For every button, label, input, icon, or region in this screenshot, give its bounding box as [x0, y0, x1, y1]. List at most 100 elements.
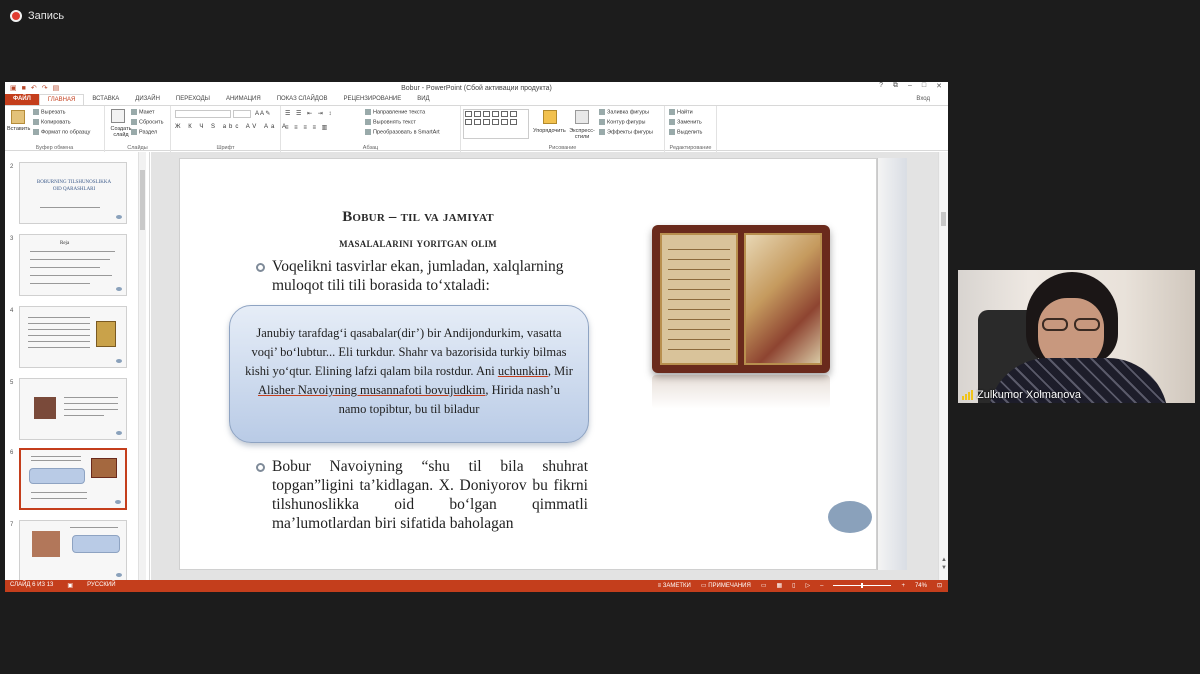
align-buttons[interactable]: ≡ ≡ ≡ ≡ ▥ [285, 124, 329, 131]
find-button[interactable]: Найти [669, 109, 693, 115]
reset-button[interactable]: Сбросить [131, 119, 163, 125]
thumbnail-image[interactable] [19, 378, 127, 440]
copy-button[interactable]: Копировать [33, 119, 71, 125]
zoom-slider-thumb[interactable] [861, 583, 864, 588]
cut-button[interactable]: Вырезать [33, 109, 65, 115]
reading-view-icon[interactable]: ▯ [792, 582, 795, 589]
thumbnail-slide-2[interactable]: 2 BOBURNING TILSHUNOSLIKKA OID QARASHLAR… [5, 162, 145, 228]
quote-underlined-1: uchunkim [497, 364, 548, 378]
paste-button[interactable]: Вставить [7, 126, 30, 132]
participant-video[interactable]: Zulkumor Xolmanova [958, 270, 1195, 403]
sign-in-link[interactable]: Вход [916, 96, 930, 102]
thumbnail-title: Reja [60, 241, 70, 246]
paste-icon[interactable] [11, 110, 25, 124]
fit-slide-icon[interactable]: ⊡ [937, 582, 942, 589]
format-label: Формат по образцу [41, 129, 91, 136]
tab-insert[interactable]: ВСТАВКА [84, 94, 127, 105]
language-indicator[interactable]: РУССКИЙ [87, 582, 115, 589]
thumbnail-slide-4[interactable]: 4 [5, 306, 145, 372]
thumbnail-quote-box [29, 468, 85, 484]
thumbnail-slide-5[interactable]: 5 [5, 378, 145, 444]
zoom-out-button[interactable]: – [820, 583, 823, 589]
notes-label: ЗАМЕТКИ [662, 582, 691, 589]
shape-outline-button[interactable]: Контур фигуры [599, 119, 645, 125]
list-buttons[interactable]: ☰ ☰ ⇤ ⇥ ↕ [285, 110, 333, 117]
font-grow-shrink[interactable]: A A ✎ [255, 110, 270, 117]
thumbnail-slide-7[interactable]: 7 [5, 520, 145, 580]
font-size-dropdown[interactable] [233, 110, 251, 118]
thumbnail-slide-6[interactable]: 6 [5, 448, 145, 514]
bullet-icon [256, 263, 265, 272]
group-label-slides: Слайды [127, 145, 148, 151]
align-text-button[interactable]: Выровнять текст [365, 119, 416, 125]
smartart-button[interactable]: Преобразовать в SmartArt [365, 129, 440, 135]
slideshow-view-icon[interactable]: ▷ [805, 582, 810, 589]
normal-view-icon[interactable]: ▭ [761, 582, 767, 589]
tab-file[interactable]: ФАЙЛ [5, 94, 39, 105]
layout-button[interactable]: Макет [131, 109, 155, 115]
section-button[interactable]: Раздел [131, 129, 157, 135]
tab-design[interactable]: ДИЗАЙН [127, 94, 168, 105]
zoom-slider[interactable] [833, 583, 892, 588]
thumbnail-image[interactable]: Reja [19, 234, 127, 296]
undo-icon[interactable]: ↶ [31, 84, 37, 92]
section-icon [131, 129, 137, 135]
editor-scrollbar-thumb[interactable] [941, 212, 946, 226]
quote-box[interactable]: Janubiy tarafdag‘i qasabalar(dir’) bir A… [229, 305, 589, 443]
tab-transitions[interactable]: ПЕРЕХОДЫ [168, 94, 218, 105]
title-bar: ▣ ■ ↶ ↷ ▤ Bobur - PowerPoint (Сбой актив… [5, 82, 948, 94]
shapes-gallery[interactable] [463, 109, 529, 139]
select-button[interactable]: Выделить [669, 129, 702, 135]
tab-review[interactable]: РЕЦЕНЗИРОВАНИЕ [336, 94, 410, 105]
thumbnails-scrollbar[interactable] [138, 152, 146, 580]
shape-effects-button[interactable]: Эффекты фигуры [599, 129, 653, 135]
thumbnail-image[interactable] [19, 306, 127, 368]
notes-button[interactable]: ≡ ЗАМЕТКИ [658, 583, 691, 589]
save-icon[interactable]: ■ [22, 85, 26, 92]
thumbnail-image-selected[interactable] [19, 448, 127, 510]
arrange-button[interactable]: Упорядочить [533, 128, 566, 134]
current-slide[interactable]: Bobur – til va jamiyat masalalarini yori… [179, 158, 877, 570]
tab-slideshow[interactable]: ПОКАЗ СЛАЙДОВ [269, 94, 336, 105]
arrange-icon[interactable] [543, 110, 557, 124]
tab-view[interactable]: ВИД [409, 94, 437, 105]
ribbon-options-button[interactable]: ⧉ [893, 82, 898, 90]
format-painter-button[interactable]: Формат по образцу [33, 129, 90, 135]
minimize-button[interactable]: – [908, 82, 912, 90]
tab-home[interactable]: ГЛАВНАЯ [38, 94, 85, 105]
bullet-text-1[interactable]: Voqelikni tasvirlar ekan, jumladan, xalq… [272, 257, 592, 295]
zoom-level[interactable]: 74% [915, 583, 927, 589]
editor-scrollbar[interactable]: ▲ ▼ [938, 152, 948, 580]
thumbnail-image[interactable]: BOBURNING TILSHUNOSLIKKA OID QARASHLARI [19, 162, 127, 224]
font-name-dropdown[interactable] [175, 110, 231, 118]
quick-styles-icon[interactable] [575, 110, 589, 124]
bullet-text-2[interactable]: Bobur Navoiyning “shu til bila shuhrat t… [272, 457, 588, 533]
close-button[interactable]: ✕ [936, 82, 942, 90]
window-controls: ? ⧉ – □ ✕ [879, 82, 942, 90]
thumbnail-slide-3[interactable]: 3 Reja [5, 234, 145, 300]
slide-sorter-icon[interactable]: ▦ [776, 582, 782, 589]
group-label-clipboard: Буфер обмена [35, 145, 74, 151]
replace-button[interactable]: Заменить [669, 119, 702, 125]
text-direction-button[interactable]: Направление текста [365, 109, 425, 115]
page-nav-arrows[interactable]: ▲ ▼ [941, 556, 947, 572]
start-slideshow-icon[interactable]: ▤ [53, 84, 60, 92]
smartart-label: Преобразовать в SmartArt [373, 129, 440, 136]
shape-fill-button[interactable]: Заливка фигуры [599, 109, 649, 115]
maximize-button[interactable]: □ [922, 82, 926, 90]
zoom-in-button[interactable]: + [901, 583, 905, 589]
new-slide-icon[interactable] [111, 109, 125, 123]
comments-button[interactable]: ▭ ПРИМЕЧАНИЯ [701, 582, 751, 589]
redo-icon[interactable]: ↷ [42, 84, 48, 92]
reset-label: Сбросить [139, 119, 164, 126]
quick-styles-button[interactable]: Экспресс-стили [567, 128, 597, 140]
manuscript-book-image[interactable] [652, 225, 830, 373]
font-format-buttons[interactable]: Ж К Ч S abc AV Аа A [175, 124, 289, 130]
help-button[interactable]: ? [879, 82, 883, 90]
slide-title[interactable]: Bobur – til va jamiyat masalalarini yori… [258, 204, 578, 256]
spellcheck-icon[interactable]: ▣ [67, 582, 73, 589]
thumbnail-image[interactable] [19, 520, 127, 580]
screen: Запись ▣ ■ ↶ ↷ ▤ Bobur - PowerPoint (Сбо… [0, 0, 1200, 674]
tab-animations[interactable]: АНИМАЦИЯ [218, 94, 269, 105]
thumbnails-scrollbar-thumb[interactable] [140, 170, 145, 230]
